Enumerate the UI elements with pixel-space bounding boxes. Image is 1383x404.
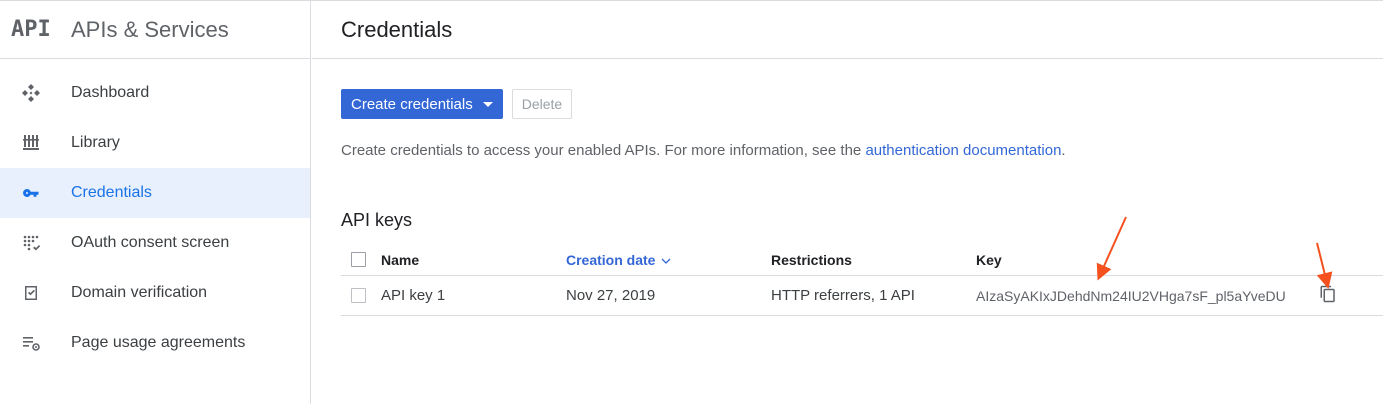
- delete-button[interactable]: Delete: [511, 89, 573, 119]
- chevron-down-icon: [661, 252, 671, 268]
- create-credentials-label: Create credentials: [351, 95, 473, 113]
- sidebar-item-label: Domain verification: [71, 284, 208, 301]
- sidebar-header: API APIs & Services: [0, 1, 310, 59]
- sort-by-creation-date[interactable]: Creation date: [566, 252, 771, 268]
- api-key-restrictions: HTTP referrers, 1 API: [771, 287, 915, 304]
- sidebar-item-domain-verification[interactable]: Domain verification: [0, 268, 310, 318]
- sidebar-item-dashboard[interactable]: Dashboard: [0, 68, 310, 118]
- table-row[interactable]: API key 1 Nov 27, 2019 HTTP referrers, 1…: [341, 276, 1383, 316]
- api-key-name[interactable]: API key 1: [381, 287, 566, 304]
- toolbar: Create credentials Delete: [341, 89, 573, 119]
- sidebar: API APIs & Services Dashboard Library Cr…: [0, 1, 311, 404]
- sidebar-item-label: Library: [71, 134, 120, 151]
- column-header-restrictions: Restrictions: [771, 251, 852, 268]
- sidebar-title[interactable]: APIs & Services: [60, 17, 229, 43]
- domain-check-icon: [0, 283, 71, 303]
- main-header: Credentials: [312, 1, 1383, 59]
- sidebar-item-label: Credentials: [71, 184, 152, 201]
- page-title: Credentials: [341, 16, 453, 42]
- info-text: Create credentials to access your enable…: [341, 142, 1066, 159]
- info-text-body: Create credentials to access your enable…: [341, 142, 866, 159]
- sidebar-item-page-usage[interactable]: Page usage agreements: [0, 318, 310, 368]
- key-icon: [0, 183, 71, 203]
- row-checkbox[interactable]: [351, 288, 366, 303]
- sidebar-item-credentials[interactable]: Credentials: [0, 168, 310, 218]
- authentication-documentation-link[interactable]: authentication documentation: [865, 142, 1061, 159]
- sidebar-item-oauth-consent[interactable]: OAuth consent screen: [0, 218, 310, 268]
- sidebar-item-library[interactable]: Library: [0, 118, 310, 168]
- create-credentials-button[interactable]: Create credentials: [341, 89, 503, 119]
- header-checkbox-cell: [341, 252, 381, 267]
- row-checkbox-cell: [341, 288, 381, 303]
- creation-date-label: Creation date: [566, 251, 656, 268]
- api-key-creation-date: Nov 27, 2019: [566, 287, 656, 304]
- sidebar-item-label: Dashboard: [71, 84, 150, 101]
- table-header-row: Name Creation date Restrictions Key: [341, 244, 1383, 276]
- dropdown-caret-icon: [482, 101, 493, 107]
- copy-key-button[interactable]: [1319, 285, 1359, 307]
- sidebar-item-label: Page usage agreements: [71, 334, 246, 351]
- sidebar-nav: Dashboard Library Credentials OAuth cons…: [0, 59, 310, 368]
- select-all-checkbox[interactable]: [351, 252, 366, 267]
- api-keys-table: Name Creation date Restrictions Key API …: [341, 244, 1383, 316]
- oauth-icon: [0, 233, 71, 253]
- library-icon: [0, 133, 71, 153]
- app-window: API APIs & Services Dashboard Library Cr…: [0, 0, 1383, 404]
- sidebar-item-label: OAuth consent screen: [71, 234, 230, 251]
- column-header-creation-date[interactable]: Creation date: [566, 252, 771, 268]
- column-header-name: Name: [381, 251, 420, 268]
- api-keys-heading: API keys: [341, 210, 413, 230]
- api-logo: API: [11, 17, 51, 42]
- dashboard-icon: [0, 83, 71, 103]
- api-key-value: AIzaSyAKIxJDehdNm24IU2VHga7sF_pl5aYveDU: [976, 287, 1286, 304]
- copy-icon: [1319, 285, 1337, 307]
- info-text-suffix: .: [1061, 142, 1066, 159]
- column-header-key: Key: [976, 251, 1002, 268]
- main-content: Credentials Create credentials Delete Cr…: [312, 1, 1383, 404]
- settings-list-icon: [0, 333, 71, 353]
